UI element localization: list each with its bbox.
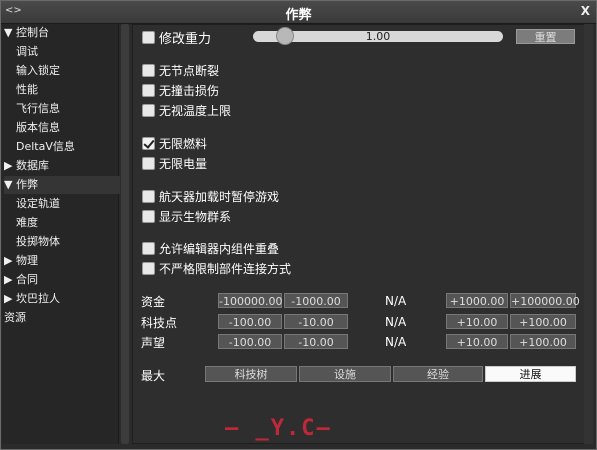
maximize-tech-tree-button[interactable]: 科技树 xyxy=(205,366,297,382)
sidebar-item-performance[interactable]: 性能 xyxy=(16,81,132,99)
part-clipping-label: 允许编辑器内组件重叠 xyxy=(159,241,280,256)
part-clipping-row[interactable]: 允许编辑器内组件重叠 xyxy=(142,239,279,257)
funds-label: 资金 xyxy=(141,295,166,309)
infinite-fuel-label: 无限燃料 xyxy=(159,136,208,151)
reputation-plus-10-button[interactable]: +10.00 xyxy=(446,334,508,349)
sidebar-item-contracts[interactable]: ▶ 合同 xyxy=(4,271,120,289)
science-value: N/A xyxy=(385,315,407,329)
no-crash-damage-label: 无撞击损伤 xyxy=(159,83,220,98)
funds-plus-1000-button[interactable]: +1000.00 xyxy=(446,293,508,308)
gravity-row: 修改重力 xyxy=(142,28,212,47)
science-plus-100-button[interactable]: +100.00 xyxy=(510,314,576,329)
non-strict-attach-checkbox[interactable] xyxy=(142,261,155,275)
sidebar: ▼ 控制台 调试 输入锁定 性能 飞行信息 版本信息 DeltaV信息 ▶ 数据… xyxy=(2,24,120,444)
sidebar-item-kerbals[interactable]: ▶ 坎巴拉人 xyxy=(4,290,120,308)
ignore-max-temp-label: 无视温度上限 xyxy=(159,103,232,118)
gravity-reset-button[interactable]: 重置 xyxy=(516,29,575,44)
maximize-facilities-button[interactable]: 设施 xyxy=(299,366,391,382)
sidebar-item-resources[interactable]: 资源 xyxy=(4,309,120,327)
non-strict-attach-label: 不严格限制部件连接方式 xyxy=(159,261,292,276)
pause-on-load-row[interactable]: 航天器加载时暂停游戏 xyxy=(142,187,279,205)
sidebar-item-difficulty[interactable]: 难度 xyxy=(16,214,132,232)
logo-watermark: — _Y.C— xyxy=(225,416,332,441)
no-joint-break-checkbox[interactable] xyxy=(142,63,155,77)
gravity-label: 修改重力 xyxy=(159,31,212,47)
close-button[interactable]: X xyxy=(581,4,590,18)
sidebar-item-version-info[interactable]: 版本信息 xyxy=(16,119,132,137)
ignore-max-temp-row[interactable]: 无视温度上限 xyxy=(142,101,231,119)
no-joint-break-label: 无节点断裂 xyxy=(159,63,220,78)
panel-scrollbar[interactable] xyxy=(584,24,593,444)
title-bar[interactable]: <> 作弊 X xyxy=(1,1,596,24)
maximize-progress-button[interactable]: 进展 xyxy=(485,366,576,382)
science-minus-10-button[interactable]: -10.00 xyxy=(284,314,348,329)
sidebar-item-database[interactable]: ▶ 数据库 xyxy=(4,157,120,175)
science-label: 科技点 xyxy=(141,316,178,330)
non-strict-attach-row[interactable]: 不严格限制部件连接方式 xyxy=(142,259,291,277)
no-crash-damage-checkbox[interactable] xyxy=(142,83,155,97)
sidebar-item-input-lock[interactable]: 输入锁定 xyxy=(16,62,132,80)
sidebar-item-debug[interactable]: 调试 xyxy=(16,43,132,61)
funds-plus-100000-button[interactable]: +100000.00 xyxy=(510,293,580,308)
no-joint-break-row[interactable]: 无节点断裂 xyxy=(142,61,219,79)
reputation-label: 声望 xyxy=(141,336,166,350)
show-biomes-row[interactable]: 显示生物群系 xyxy=(142,207,231,225)
pause-on-load-checkbox[interactable] xyxy=(142,189,155,203)
sidebar-item-deltav-info[interactable]: DeltaV信息 xyxy=(16,138,132,156)
infinite-electricity-label: 无限电量 xyxy=(159,156,208,171)
science-minus-100-button[interactable]: -100.00 xyxy=(218,314,282,329)
sidebar-scrollbar-thumb[interactable] xyxy=(121,24,129,444)
infinite-electricity-checkbox[interactable] xyxy=(142,156,155,170)
infinite-electricity-row[interactable]: 无限电量 xyxy=(142,154,207,172)
ignore-max-temp-checkbox[interactable] xyxy=(142,103,155,117)
funds-value: N/A xyxy=(385,294,407,308)
maximize-label: 最大 xyxy=(141,369,166,383)
sidebar-item-console[interactable]: ▼ 控制台 xyxy=(4,24,120,42)
maximize-experience-button[interactable]: 经验 xyxy=(393,366,483,382)
no-crash-damage-row[interactable]: 无撞击损伤 xyxy=(142,81,219,99)
reputation-minus-100-button[interactable]: -100.00 xyxy=(218,334,282,349)
show-biomes-label: 显示生物群系 xyxy=(159,209,232,224)
sidebar-item-throw-object[interactable]: 投掷物体 xyxy=(16,233,132,251)
part-clipping-checkbox[interactable] xyxy=(142,241,155,255)
reputation-value: N/A xyxy=(385,335,407,349)
gravity-slider-thumb[interactable] xyxy=(276,27,294,45)
pause-on-load-label: 航天器加载时暂停游戏 xyxy=(159,189,280,204)
gravity-checkbox[interactable] xyxy=(142,30,155,44)
funds-minus-1000-button[interactable]: -1000.00 xyxy=(284,293,348,308)
reputation-plus-100-button[interactable]: +100.00 xyxy=(510,334,576,349)
funds-minus-100000-button[interactable]: -100000.00 xyxy=(218,293,282,308)
sidebar-item-cheats[interactable]: ▼ 作弊 xyxy=(4,176,120,194)
infinite-fuel-row[interactable]: 无限燃料 xyxy=(142,134,207,152)
sidebar-item-set-orbit[interactable]: 设定轨道 xyxy=(16,195,132,213)
science-plus-10-button[interactable]: +10.00 xyxy=(446,314,508,329)
reputation-minus-10-button[interactable]: -10.00 xyxy=(284,334,348,349)
show-biomes-checkbox[interactable] xyxy=(142,209,155,223)
infinite-fuel-checkbox[interactable] xyxy=(142,136,155,150)
window-title: 作弊 xyxy=(285,8,312,23)
sidebar-item-flight-info[interactable]: 飞行信息 xyxy=(16,100,132,118)
sidebar-item-physics[interactable]: ▶ 物理 xyxy=(4,252,120,270)
